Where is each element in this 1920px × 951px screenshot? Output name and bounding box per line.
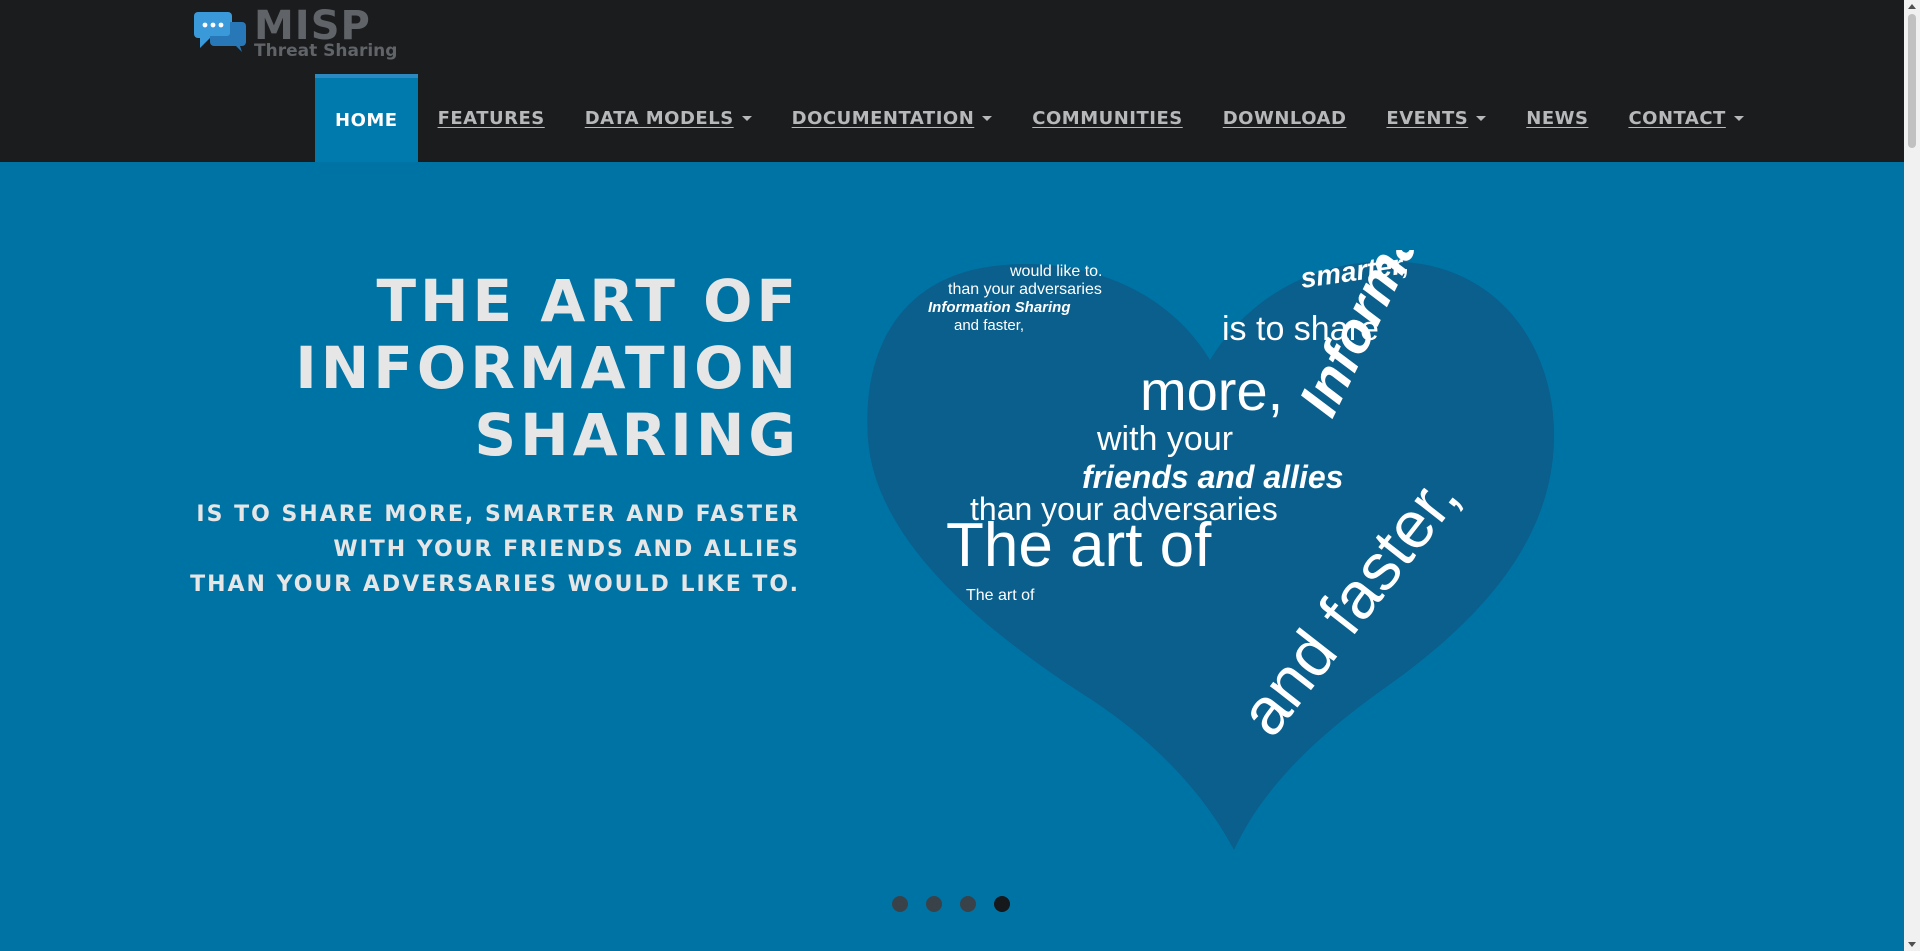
nav-item-label: EVENTS xyxy=(1386,107,1469,129)
carousel-dot[interactable] xyxy=(926,896,942,912)
caret-down-icon xyxy=(1476,115,1487,121)
wordcloud-word: than your adversaries xyxy=(948,281,1102,298)
hero-subtitle: IS TO SHARE MORE, SMARTER AND FASTER WIT… xyxy=(190,497,800,602)
scroll-up-arrow-icon[interactable] xyxy=(1908,4,1916,9)
wordcloud-word: would like to. xyxy=(1009,263,1103,280)
wordcloud-word: friends and allies xyxy=(1082,459,1343,495)
caret-down-icon xyxy=(982,115,993,121)
brand-subtitle: Threat Sharing xyxy=(254,41,398,61)
nav-item-data-models[interactable]: DATA MODELS xyxy=(565,74,772,162)
nav-item-features[interactable]: FEATURES xyxy=(418,74,565,162)
nav-item-label: COMMUNITIES xyxy=(1032,107,1183,129)
hero-title-line: INFORMATION xyxy=(295,334,800,402)
nav-item-contact[interactable]: CONTACT xyxy=(1608,74,1763,162)
caret-down-icon xyxy=(1733,115,1744,121)
carousel-indicators xyxy=(892,896,1028,912)
wordcloud-word: than your adversaries xyxy=(970,491,1278,527)
hero-title: THE ART OF INFORMATION SHARING xyxy=(295,268,800,469)
nav-item-label: HOME xyxy=(335,109,398,131)
brand-name: MISP xyxy=(254,3,371,49)
carousel-dot[interactable] xyxy=(994,896,1010,912)
brand-logo[interactable]: MISP Threat Sharing xyxy=(192,6,397,60)
main-nav: HOME FEATURES DATA MODELS DOCUMENTATION COMM… xyxy=(315,74,1764,162)
hero-title-line: SHARING xyxy=(474,401,800,469)
nav-item-label: DOWNLOAD xyxy=(1222,107,1347,129)
heart-wordcloud-image: would like to. than your adversaries Inf… xyxy=(867,250,1558,850)
nav-item-download[interactable]: DOWNLOAD xyxy=(1203,74,1367,162)
wordcloud-word: more, xyxy=(1140,359,1283,422)
wordcloud-word: Information Sharing xyxy=(928,299,1071,316)
hero-subtitle-line: WITH YOUR FRIENDS AND ALLIES xyxy=(333,537,800,562)
hero-subtitle-line: IS TO SHARE MORE, SMARTER AND FASTER xyxy=(196,502,800,527)
carousel-dot[interactable] xyxy=(960,896,976,912)
chat-bubbles-icon xyxy=(194,12,246,52)
nav-item-label: FEATURES xyxy=(437,107,545,129)
caret-down-icon xyxy=(741,115,752,121)
scroll-thumb[interactable] xyxy=(1908,14,1916,148)
wordcloud-word: with your xyxy=(1096,420,1233,458)
nav-item-label: DOCUMENTATION xyxy=(791,107,975,129)
top-navbar: MISP Threat Sharing HOME FEATURES DATA MOD… xyxy=(0,0,1904,162)
carousel-dot[interactable] xyxy=(892,896,908,912)
nav-item-documentation[interactable]: DOCUMENTATION xyxy=(772,74,1013,162)
wordcloud-word: and faster, xyxy=(954,317,1024,334)
wordcloud-word: The art of xyxy=(966,587,1035,604)
nav-item-label: CONTACT xyxy=(1628,107,1726,129)
nav-item-label: DATA MODELS xyxy=(584,107,734,129)
nav-item-label: NEWS xyxy=(1526,107,1589,129)
hero-title-line: THE ART OF xyxy=(376,267,800,335)
hero-subtitle-line: THAN YOUR ADVERSARIES WOULD LIKE TO. xyxy=(190,572,800,597)
scroll-down-arrow-icon[interactable] xyxy=(1908,942,1916,947)
nav-item-home[interactable]: HOME xyxy=(315,74,418,162)
nav-item-events[interactable]: EVENTS xyxy=(1366,74,1506,162)
nav-item-news[interactable]: NEWS xyxy=(1506,74,1608,162)
page-scrollbar[interactable] xyxy=(1904,0,1920,951)
nav-item-communities[interactable]: COMMUNITIES xyxy=(1012,74,1202,162)
hero-carousel: THE ART OF INFORMATION SHARING IS TO SHA… xyxy=(0,162,1904,951)
